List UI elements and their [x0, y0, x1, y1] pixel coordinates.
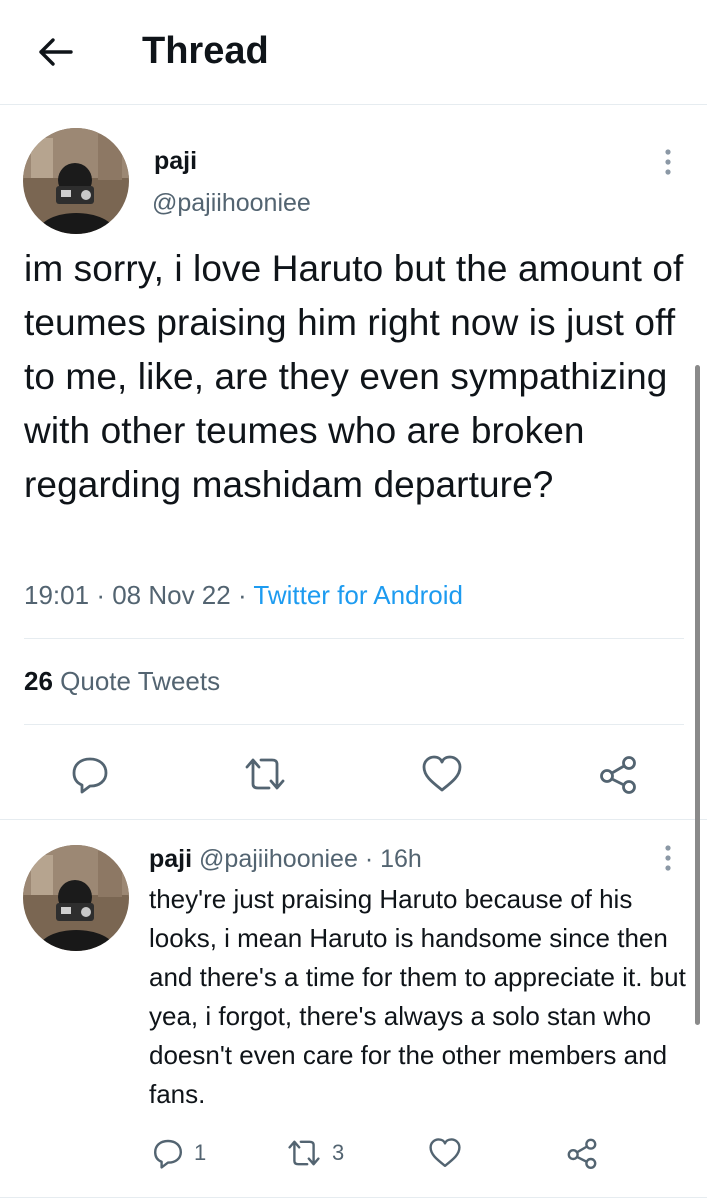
more-vertical-icon: [665, 845, 671, 871]
reply-author-handle[interactable]: @pajiihooniee: [199, 845, 358, 873]
scrollbar[interactable]: [695, 365, 700, 1025]
retweet-icon: [245, 758, 285, 790]
reply-more-options-button[interactable]: [653, 838, 683, 878]
reply-like-button[interactable]: [428, 1133, 462, 1173]
quote-tweets-link[interactable]: 26 Quote Tweets: [24, 666, 220, 697]
tweet-meta: 19:01 · 08 Nov 22 · Twitter for Android: [24, 580, 463, 611]
divider: [24, 638, 684, 639]
heart-icon: [429, 1138, 461, 1167]
reply-text: they're just praising Haruto because of …: [149, 884, 686, 1109]
header-bar: Thread: [0, 0, 707, 105]
tweet-date: 08 Nov 22: [112, 580, 231, 610]
tweet-source-link[interactable]: Twitter for Android: [253, 580, 463, 610]
more-vertical-icon: [665, 149, 671, 175]
reply-reply-button[interactable]: 1: [152, 1133, 206, 1173]
section-divider: [0, 819, 707, 820]
back-button[interactable]: [34, 30, 78, 74]
reply-icon: [72, 757, 108, 794]
heart-icon: [422, 755, 462, 792]
meta-separator: ·: [364, 845, 374, 873]
tweet-time: 19:01: [24, 580, 90, 610]
reply-retweet-button[interactable]: 3: [286, 1133, 344, 1173]
reply-header: paji @pajiihooniee · 16h: [149, 845, 422, 874]
retweet-icon: [288, 1140, 320, 1166]
divider: [24, 724, 684, 725]
meta-separator: ·: [237, 580, 254, 610]
more-options-button[interactable]: [653, 142, 683, 182]
reply-avatar[interactable]: [23, 845, 129, 951]
avatar[interactable]: [23, 128, 129, 234]
author-handle[interactable]: @pajiihooniee: [152, 189, 311, 218]
reply-count: 1: [194, 1140, 207, 1165]
retweet-count: 3: [332, 1140, 345, 1165]
author-name[interactable]: paji: [154, 147, 197, 176]
retweet-button[interactable]: [243, 752, 287, 796]
like-button[interactable]: [421, 752, 463, 796]
reply-share-button[interactable]: [566, 1133, 598, 1173]
reply-age: 16h: [380, 845, 422, 873]
reply-author-name[interactable]: paji: [149, 845, 192, 873]
share-button[interactable]: [598, 752, 638, 796]
reply-button[interactable]: [70, 752, 110, 796]
avatar-image: [23, 845, 129, 951]
divider: [0, 1197, 707, 1198]
share-icon: [567, 1138, 597, 1169]
quote-count: 26: [24, 666, 53, 696]
reply-icon: [154, 1139, 182, 1169]
meta-separator: ·: [96, 580, 113, 610]
avatar-image: [23, 128, 129, 234]
quote-label: Quote Tweets: [60, 666, 221, 696]
page-title: Thread: [142, 30, 269, 72]
share-icon: [600, 756, 636, 794]
arrow-left-icon: [39, 38, 73, 66]
tweet-text: im sorry, i love Haruto but the amount o…: [24, 248, 684, 505]
